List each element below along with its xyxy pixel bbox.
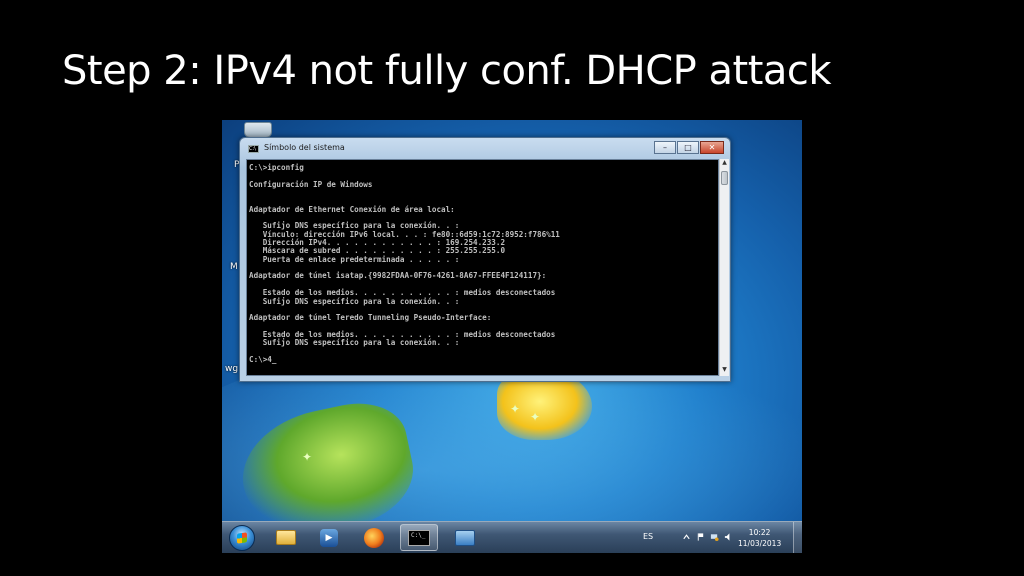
clock[interactable]: 10:22 11/03/2013 <box>738 527 781 549</box>
window-controls: – □ ✕ <box>653 141 724 155</box>
flag-icon[interactable] <box>696 532 705 542</box>
console-line: Puerta de enlace predeterminada . . . . … <box>249 254 460 264</box>
console-output[interactable]: C:\>ipconfig Configuración IP de Windows… <box>246 159 719 376</box>
sparkle-icon: ✦ <box>302 450 313 464</box>
console-line: Adaptador de Ethernet Conexión de área l… <box>249 204 455 214</box>
network-tray-icon[interactable] <box>710 532 719 542</box>
console-line: Sufijo DNS específico para la conexión. … <box>249 296 460 306</box>
desktop-icon-label: M <box>230 262 238 272</box>
window-title: Símbolo del sistema <box>264 143 345 152</box>
arrow-up-icon[interactable] <box>682 532 691 542</box>
close-button[interactable]: ✕ <box>700 141 724 154</box>
language-indicator[interactable]: ES <box>643 532 653 541</box>
console-line: C:\>4 <box>249 355 718 364</box>
slide-title: Step 2: IPv4 not fully conf. DHCP attack <box>62 48 832 94</box>
window-titlebar[interactable]: C:\ Símbolo del sistema – □ ✕ <box>240 138 730 160</box>
scroll-up-arrow-icon[interactable]: ▲ <box>720 159 729 169</box>
volume-icon[interactable] <box>724 532 733 542</box>
console-line: C:\>ipconfig <box>249 163 304 172</box>
network-taskbar-button[interactable] <box>446 524 484 551</box>
desktop-icon-label: wg <box>225 364 239 374</box>
explorer-taskbar-button[interactable] <box>267 524 305 551</box>
recycle-bin-icon[interactable] <box>244 122 272 138</box>
sparkle-icon: ✦ <box>510 402 521 416</box>
cmd-window-icon: C:\ <box>248 145 259 153</box>
minimize-button[interactable]: – <box>654 141 676 154</box>
clock-time: 10:22 <box>748 528 771 537</box>
media-player-taskbar-button[interactable]: ▶ <box>310 524 348 551</box>
cmd-taskbar-button[interactable]: C:\_ <box>400 524 438 551</box>
scroll-down-arrow-icon[interactable]: ▼ <box>720 366 729 376</box>
console-line: Configuración IP de Windows <box>249 179 373 189</box>
network-icon <box>455 529 475 546</box>
firefox-taskbar-button[interactable] <box>355 524 393 551</box>
console-line: Adaptador de túnel isatap.{9982FDAA-0F76… <box>249 271 547 281</box>
clock-date: 11/03/2013 <box>738 539 782 548</box>
terminal-icon: C:\_ <box>408 529 430 546</box>
console-line: Sufijo DNS específico para la conexión. … <box>249 338 460 348</box>
start-button[interactable] <box>229 525 255 551</box>
vertical-scrollbar[interactable]: ▲ ▼ <box>719 159 729 376</box>
command-prompt-window[interactable]: C:\ Símbolo del sistema – □ ✕ C:\>ipconf… <box>239 137 731 382</box>
windows-desktop-screenshot: ✦ ✦ ✦ P M wg C:\ Símbolo del sistema – □… <box>222 120 802 553</box>
show-desktop-button[interactable] <box>793 522 802 553</box>
firefox-icon <box>364 527 384 548</box>
console-text: C:\>ipconfig Configuración IP de Windows… <box>247 160 718 364</box>
scrollbar-thumb[interactable] <box>721 171 728 185</box>
system-tray <box>682 532 733 542</box>
folder-icon <box>276 530 296 545</box>
taskbar: ▶ C:\_ ES 10:22 11/03/2013 <box>222 521 802 553</box>
maximize-button[interactable]: □ <box>677 141 699 154</box>
sparkle-icon: ✦ <box>530 410 541 424</box>
console-line: Adaptador de túnel Teredo Tunneling Pseu… <box>249 313 492 323</box>
windows-logo-icon <box>237 532 247 544</box>
play-icon: ▶ <box>320 528 338 547</box>
